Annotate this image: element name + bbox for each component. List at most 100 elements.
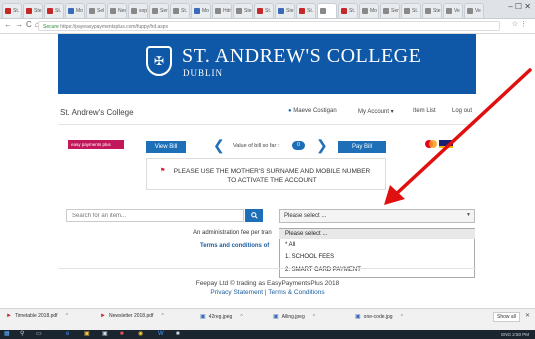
tab-title: Mo bbox=[202, 8, 209, 14]
tab-favicon-icon bbox=[89, 8, 95, 14]
tab-favicon-icon bbox=[446, 8, 452, 14]
browser-tab[interactable]: Ste bbox=[422, 3, 442, 18]
window-controls[interactable]: – ☐ ✕ bbox=[508, 2, 531, 11]
admin-fee-text: An administration fee per tran bbox=[193, 230, 272, 236]
footer-links[interactable]: Privacy Statement | Terms & Conditions bbox=[0, 289, 535, 296]
bill-value-label: Value of bill so far : bbox=[233, 143, 280, 149]
downloads-bar bbox=[0, 308, 535, 330]
app-icon[interactable]: ■ bbox=[120, 330, 124, 339]
browser-tab[interactable]: Ser bbox=[149, 3, 169, 18]
show-all-button[interactable]: Show all bbox=[493, 312, 520, 322]
browser-tab[interactable]: Ste. bbox=[23, 3, 43, 18]
user-menu[interactable]: ● Maeve Costigan bbox=[288, 108, 337, 114]
search-icon[interactable]: ⚲ bbox=[20, 330, 24, 339]
edge-icon[interactable]: e bbox=[66, 330, 69, 339]
download-item[interactable]: ► Timetable 2018.pdf ^ bbox=[6, 313, 68, 319]
close-icon[interactable]: ✕ bbox=[525, 312, 530, 319]
browser-tab[interactable]: Mo bbox=[359, 3, 379, 18]
browser-tab[interactable]: Mo bbox=[191, 3, 211, 18]
browser-tab[interactable]: Ste bbox=[233, 3, 253, 18]
browser-tab[interactable]: St. bbox=[2, 3, 22, 18]
card-logos-icon bbox=[425, 140, 453, 148]
browser-tab[interactable]: Ve bbox=[443, 3, 463, 18]
download-filename: one-code.jpg bbox=[363, 314, 393, 320]
pdf-icon: ► bbox=[6, 313, 12, 319]
store-icon[interactable]: ▣ bbox=[102, 330, 108, 339]
search-input[interactable] bbox=[66, 209, 244, 222]
tab-title: St. bbox=[412, 8, 419, 14]
browser-tab[interactable]: Nes bbox=[107, 3, 127, 18]
item-list-link[interactable]: Item List bbox=[413, 108, 436, 114]
select-option-all[interactable]: * All bbox=[279, 240, 475, 250]
browser-tab[interactable]: Ste bbox=[275, 3, 295, 18]
windows-start-icon[interactable]: ▦ bbox=[4, 330, 10, 339]
tab-title: St. bbox=[181, 8, 188, 14]
browser-tab[interactable]: Sel bbox=[86, 3, 106, 18]
easy-payments-plus-logo: easy payments plus bbox=[68, 140, 124, 149]
select-option-placeholder[interactable]: Please select ... bbox=[279, 229, 475, 239]
browser-tab[interactable]: Mo bbox=[65, 3, 85, 18]
browser-tab[interactable]: St. bbox=[44, 3, 64, 18]
browser-tab[interactable]: Ser bbox=[380, 3, 400, 18]
browser-tab[interactable]: Ve bbox=[464, 3, 484, 18]
caret-down-icon: ▼ bbox=[466, 212, 471, 218]
tray-language: ENG bbox=[501, 332, 511, 337]
search-button[interactable] bbox=[245, 209, 263, 222]
download-item[interactable]: ▣ one-code.jpg ^ bbox=[355, 313, 403, 320]
tab-title: St. bbox=[13, 8, 20, 14]
explorer-icon[interactable]: ▣ bbox=[84, 330, 90, 339]
tab-title: St. bbox=[349, 8, 356, 14]
tab-favicon-icon bbox=[5, 8, 11, 14]
select-option-school-fees[interactable]: 1. SCHOOL FEES bbox=[279, 252, 475, 262]
view-bill-button[interactable]: View Bill bbox=[146, 141, 186, 153]
download-item[interactable]: ▣ Alling.jpeg ^ bbox=[273, 313, 315, 320]
footer-copyright: Feepay Ltd © trading as EasyPaymentsPlus… bbox=[195, 280, 340, 287]
app-icon[interactable]: ■ bbox=[176, 330, 180, 339]
log-out-link[interactable]: Log out bbox=[452, 108, 472, 114]
tab-favicon-icon bbox=[404, 8, 410, 14]
task-view-icon[interactable]: ▭ bbox=[36, 330, 42, 339]
my-account-link[interactable]: My Account ▾ bbox=[358, 108, 394, 115]
category-select[interactable]: Please select ... bbox=[279, 209, 475, 223]
browser-tab[interactable]: St. bbox=[296, 3, 316, 18]
navigation-buttons[interactable]: ←→C⌂ bbox=[4, 20, 43, 29]
tab-favicon-icon bbox=[236, 8, 242, 14]
download-item[interactable]: ► Newsletter 2018.pdf ^ bbox=[100, 313, 164, 319]
tab-favicon-icon bbox=[215, 8, 221, 14]
tab-title: Mo bbox=[370, 8, 377, 14]
tab-favicon-icon bbox=[47, 8, 53, 14]
tab-title: St. bbox=[55, 8, 62, 14]
chevron-right-icon[interactable]: ❯ bbox=[316, 138, 328, 152]
download-filename: Timetable 2018.pdf bbox=[14, 313, 58, 319]
browser-tab[interactable]: St. bbox=[170, 3, 190, 18]
browser-tab[interactable]: St. bbox=[254, 3, 274, 18]
tab-favicon-icon bbox=[152, 8, 158, 14]
browser-tab[interactable]: St. bbox=[401, 3, 421, 18]
chrome-icon[interactable]: ◉ bbox=[138, 330, 143, 339]
tab-title: St. bbox=[265, 8, 272, 14]
url-text: https://payeasypaymentsplus.com/fuppy/hd… bbox=[60, 24, 169, 30]
taskbar bbox=[0, 330, 535, 339]
system-tray[interactable]: ENG 2:50 PM bbox=[501, 330, 529, 339]
word-icon[interactable]: W bbox=[158, 330, 164, 339]
pay-bill-button[interactable]: Pay Bill bbox=[338, 141, 386, 153]
tab-favicon-icon bbox=[131, 8, 137, 14]
download-filename: Alling.jpeg bbox=[281, 314, 305, 320]
browser-tab[interactable] bbox=[317, 3, 337, 18]
browser-tab[interactable]: sop bbox=[128, 3, 148, 18]
divider bbox=[58, 124, 476, 125]
browser-tab[interactable]: Hdr bbox=[212, 3, 232, 18]
terms-link[interactable]: Terms and conditions of bbox=[200, 243, 269, 249]
secure-label: Secure bbox=[43, 24, 59, 30]
tab-favicon-icon bbox=[362, 8, 368, 14]
tab-title: Hdr bbox=[223, 8, 232, 14]
browser-tab[interactable]: St. bbox=[338, 3, 358, 18]
download-item[interactable]: ▣ 42reg.jpeg ^ bbox=[200, 313, 243, 320]
bookmark-star-icon[interactable]: ☆ ⋮ bbox=[512, 20, 527, 28]
site-name[interactable]: St. Andrew's College bbox=[60, 108, 134, 117]
tab-favicon-icon bbox=[194, 8, 200, 14]
chevron-left-icon[interactable]: ❮ bbox=[213, 138, 225, 152]
url-field[interactable]: Secure https://payeasypaymentsplus.com/f… bbox=[38, 21, 500, 31]
tab-favicon-icon bbox=[257, 8, 263, 14]
select-option-smart-card[interactable]: 2. SMART CARD PAYMENT bbox=[279, 265, 475, 275]
